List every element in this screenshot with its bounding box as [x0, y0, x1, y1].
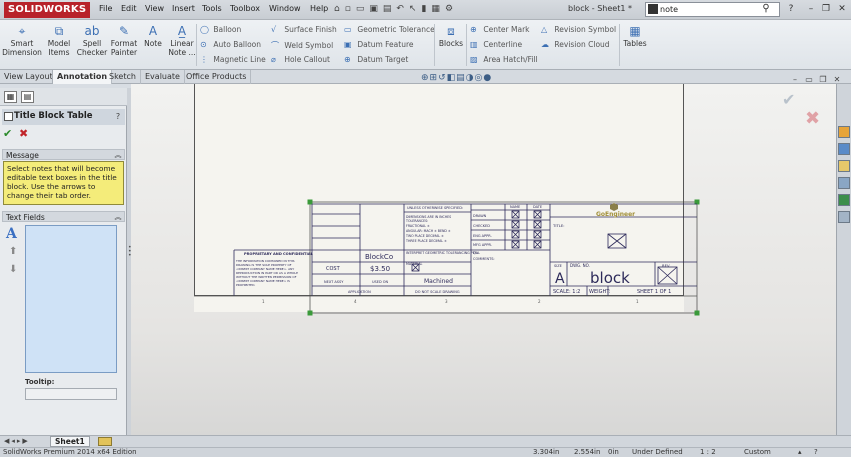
- tooltip-label: Tooltip:: [25, 378, 55, 386]
- status-chevron-up-icon[interactable]: ▴: [798, 447, 802, 457]
- size-label: SIZE: [554, 264, 562, 268]
- status-unit-system[interactable]: Custom: [744, 447, 771, 457]
- do-not-scale-label: DO NOT SCALE DRAWING: [415, 290, 460, 294]
- panel-splitter[interactable]: [127, 88, 131, 435]
- date-column-header: DATE: [533, 205, 542, 209]
- goengineer-logo: GoEngineer: [596, 203, 635, 218]
- next-assy-label: NEXT ASSY: [324, 280, 344, 284]
- handle[interactable]: [307, 310, 313, 316]
- text-fields-header-label: Text Fields: [6, 213, 45, 222]
- title-label: TITLE:: [552, 223, 565, 228]
- dwg-no-label: DWG. NO.: [570, 263, 590, 268]
- tooltip-input[interactable]: [25, 388, 117, 400]
- status-sheet-scale: 1 : 2: [700, 448, 716, 456]
- dims-line-5: TWO PLACE DECIMAL ±: [405, 234, 444, 238]
- solidworks-resources-icon[interactable]: [838, 126, 850, 138]
- signature-checkboxes[interactable]: [411, 210, 678, 285]
- handle[interactable]: [307, 199, 313, 205]
- handle[interactable]: [694, 310, 700, 316]
- last-sheet-icon[interactable]: ▶: [22, 437, 29, 445]
- appearances-icon[interactable]: [838, 194, 850, 206]
- message-box: Select notes that will become editable t…: [3, 161, 124, 205]
- help-button[interactable]: ?: [113, 111, 123, 122]
- zone-number: 3: [445, 299, 448, 304]
- text-fields-list[interactable]: [25, 225, 117, 373]
- scale-label: SCALE: 1:2: [553, 289, 580, 295]
- zone-number: 4: [354, 299, 357, 304]
- sheet-tab-bar: [0, 435, 851, 447]
- name-column-header: NAME: [510, 205, 520, 209]
- used-on-label: USED ON: [372, 280, 389, 284]
- status-sketch-state: Under Defined: [632, 448, 683, 456]
- sheet-nav-arrows[interactable]: ◀◂▸▶: [4, 437, 30, 445]
- file-explorer-icon[interactable]: [838, 160, 850, 172]
- custom-properties-icon[interactable]: [838, 211, 850, 223]
- status-x-coordinate: 3.304in: [533, 448, 560, 456]
- move-down-icon[interactable]: ⬇: [9, 264, 17, 275]
- role-checked: CHECKED: [473, 224, 490, 228]
- chevron-up-icon[interactable]: ︽: [113, 150, 123, 160]
- logo-text: GoEngineer: [596, 211, 635, 218]
- sheet-tab-label: Sheet1: [55, 437, 85, 446]
- zone-number: 1: [262, 299, 265, 304]
- add-sheet-icon[interactable]: [98, 437, 112, 446]
- text-field-icon: A: [6, 226, 17, 242]
- size-value[interactable]: A: [555, 271, 565, 287]
- rev-label: REV: [662, 263, 670, 268]
- dims-line-3: FRACTIONAL ±: [406, 224, 430, 228]
- splitter-grip-icon[interactable]: • • •: [128, 245, 132, 260]
- dims-line-6: THREE PLACE DECIMAL ±: [405, 239, 447, 243]
- cancel-button[interactable]: ✖: [19, 127, 28, 140]
- ok-button[interactable]: ✔: [3, 127, 12, 140]
- status-edition: SolidWorks Premium 2014 x64 Edition: [3, 448, 137, 456]
- unless-specified-text: UNLESS OTHERWISE SPECIFIED:: [407, 206, 463, 210]
- text-fields-group-header[interactable]: Text Fields: [2, 211, 125, 222]
- dims-line-4: ANGULAR: MACH ± BEND ±: [406, 229, 451, 233]
- cost-value[interactable]: $3.50: [370, 265, 390, 273]
- property-manager-icon[interactable]: ▤: [21, 91, 34, 103]
- manager-tabs: [0, 88, 127, 106]
- interpret-text: INTERPRET GEOMETRIC TOLERANCING PER:: [406, 251, 478, 255]
- proprietary-title: PROPRIETARY AND CONFIDENTIAL: [244, 252, 314, 256]
- zone-number: 2: [538, 299, 541, 304]
- message-group-header[interactable]: Message: [2, 149, 125, 160]
- finish-value[interactable]: Machined: [424, 278, 453, 285]
- sheet-tab[interactable]: Sheet1: [50, 436, 90, 447]
- proprietary-line-7: PROHIBITED.: [236, 283, 255, 287]
- cost-label: COST: [326, 266, 341, 272]
- view-palette-icon[interactable]: [838, 177, 850, 189]
- zone-number: 1: [636, 299, 639, 304]
- design-library-icon[interactable]: [838, 143, 850, 155]
- feature-manager-icon[interactable]: ▦: [4, 91, 17, 103]
- status-y-coordinate: 2.554in: [574, 448, 601, 456]
- role-eng-appr: ENG APPR.: [473, 234, 492, 238]
- message-header-label: Message: [6, 151, 39, 160]
- move-up-icon[interactable]: ⬆: [9, 246, 17, 257]
- role-qa: Q.A.: [473, 251, 480, 255]
- title-block-table-icon: [4, 112, 13, 121]
- status-z-coordinate: 0in: [608, 448, 619, 456]
- application-label: APPLICATION: [348, 290, 371, 294]
- dims-line-2: TOLERANCES:: [405, 219, 428, 223]
- status-help-icon[interactable]: ?: [814, 447, 818, 457]
- material-label: MATERIAL: [406, 262, 422, 266]
- role-drawn: DRAWN: [473, 214, 487, 218]
- chevron-up-icon[interactable]: ︽: [113, 212, 123, 222]
- weight-label: WEIGHT:: [589, 289, 611, 295]
- comments-label: COMMENTS:: [473, 257, 495, 261]
- company-value[interactable]: BlockCo: [365, 253, 393, 261]
- sheet-count-label: SHEET 1 OF 1: [637, 289, 671, 295]
- property-manager-title: Title Block Table: [2, 109, 125, 125]
- role-mfg-appr: MFG APPR.: [473, 243, 492, 247]
- dwg-no-value[interactable]: block: [590, 269, 630, 287]
